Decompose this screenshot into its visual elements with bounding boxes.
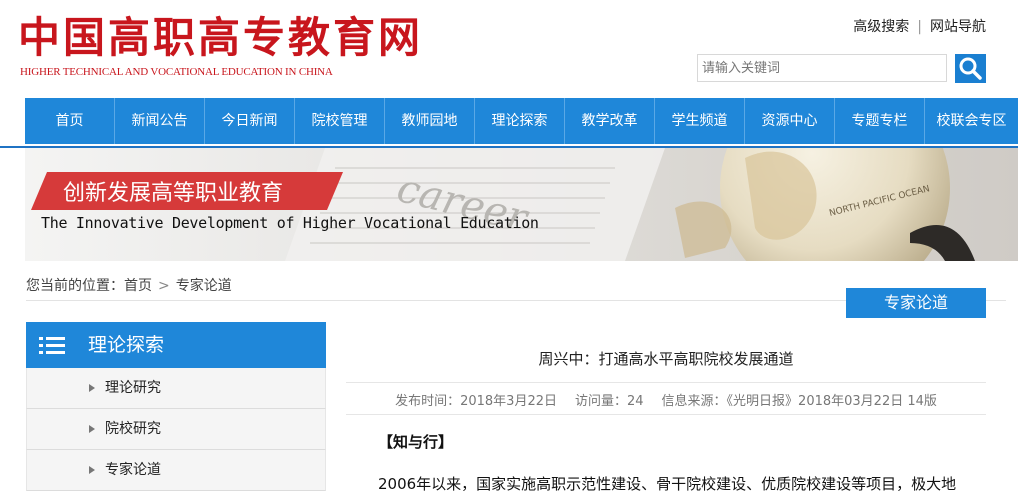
- nav-item-8[interactable]: 资源中心: [745, 98, 835, 144]
- banner-title: 创新发展高等职业教育: [63, 181, 284, 206]
- advanced-search-link[interactable]: 高级搜索: [853, 19, 909, 35]
- article-title: 周兴中：打通高水平高职院校发展通道: [538, 350, 794, 368]
- nav-item-4[interactable]: 教师园地: [385, 98, 475, 144]
- breadcrumb-home[interactable]: 首页: [124, 278, 152, 294]
- breadcrumb-current[interactable]: 专家论道: [176, 278, 232, 294]
- sidebar-list: 理论研究院校研究专家论道: [26, 368, 326, 491]
- nav-item-1[interactable]: 新闻公告: [115, 98, 205, 144]
- logo-chinese-title: 中国高职高专教育网: [18, 13, 424, 62]
- sidebar: 理论探索 理论研究院校研究专家论道: [26, 322, 326, 498]
- logo-english-title: HIGHER TECHNICAL AND VOCATIONAL EDUCATIO…: [20, 66, 333, 78]
- nav-item-3[interactable]: 院校管理: [295, 98, 385, 144]
- search-icon: [959, 57, 982, 80]
- main-nav: 首页 新闻公告 今日新闻 院校管理 教师园地 理论探索 教学改革 学生频道 资源中心 专题专栏 校联…: [0, 98, 1018, 148]
- nav-item-9[interactable]: 专题专栏: [835, 98, 925, 144]
- main-nav-bar: 首页 新闻公告 今日新闻 院校管理 教师园地 理论探索 教学改革 学生频道 资源中心 专题专栏 校联…: [25, 98, 1018, 144]
- nav-item-7[interactable]: 学生频道: [655, 98, 745, 144]
- triangle-right-icon: [89, 466, 95, 474]
- article-subhead: 【知与行】: [378, 433, 454, 451]
- article-paragraph: 2006年以来，国家实施高职示范性建设、骨干院校建设、优质院校建设等项目，极大地: [378, 475, 957, 493]
- nav-item-2[interactable]: 今日新闻: [205, 98, 295, 144]
- nav-item-10[interactable]: 校联会专区: [925, 98, 1018, 144]
- site-logo[interactable]: 中国高职高专教育网 HIGHER TECHNICAL AND VOCATIONA…: [18, 14, 420, 84]
- sidebar-item-0[interactable]: 理论研究: [26, 368, 326, 409]
- publish-date: 发布时间：2018年3月22日: [395, 394, 557, 409]
- sidebar-item-2[interactable]: 专家论道: [26, 450, 326, 491]
- sidebar-header: 理论探索: [26, 322, 326, 368]
- site-nav-link[interactable]: 网站导航: [930, 19, 986, 35]
- breadcrumb: 您当前的位置：首页 > 专家论道: [26, 275, 232, 295]
- nav-item-0[interactable]: 首页: [25, 98, 115, 144]
- meta-divider-top: [346, 382, 986, 383]
- sidebar-item-label: 专家论道: [105, 462, 161, 478]
- meta-divider-bottom: [346, 414, 986, 415]
- sidebar-title: 理论探索: [88, 334, 165, 356]
- banner: career NORTH PACIFIC OCEAN 创新发展高等职业教育 Th…: [25, 148, 1018, 261]
- breadcrumb-separator-icon: >: [158, 278, 170, 294]
- sidebar-item-label: 院校研究: [105, 421, 161, 437]
- triangle-right-icon: [89, 384, 95, 392]
- nav-item-5[interactable]: 理论探索: [475, 98, 565, 144]
- search-button[interactable]: [955, 54, 986, 83]
- triangle-right-icon: [89, 425, 95, 433]
- banner-subtitle: The Innovative Development of Higher Voc…: [41, 214, 539, 232]
- top-links: 高级搜索 | 网站导航: [853, 16, 986, 36]
- article-meta: 发布时间：2018年3月22日 访问量：24 信息来源：《光明日报》2018年03月…: [346, 390, 986, 409]
- link-divider: |: [917, 19, 922, 35]
- info-source: 信息来源：《光明日报》2018年03月22日 14版: [661, 394, 937, 409]
- nav-item-6[interactable]: 教学改革: [565, 98, 655, 144]
- view-count: 访问量：24: [575, 394, 644, 409]
- breadcrumb-prefix: 您当前的位置：: [26, 278, 124, 294]
- search-input[interactable]: [697, 54, 947, 82]
- section-tab: 专家论道: [846, 288, 986, 318]
- sidebar-item-1[interactable]: 院校研究: [26, 409, 326, 450]
- list-menu-icon: [39, 337, 65, 354]
- sidebar-item-label: 理论研究: [105, 380, 161, 396]
